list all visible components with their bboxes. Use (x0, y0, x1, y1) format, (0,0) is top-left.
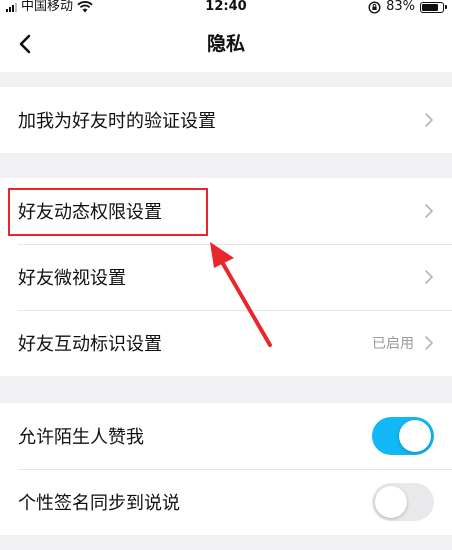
friend-weishi-settings-item[interactable]: 好友微视设置 (0, 244, 452, 310)
battery-percent: 83% (386, 0, 415, 14)
top-bar: 中国移动 12:40 83% 隐私 (0, 0, 452, 72)
verification-settings-label: 加我为好友时的验证设置 (18, 111, 216, 132)
battery-icon (420, 1, 447, 13)
status-right: 83% (368, 0, 447, 14)
chevron-right-icon (425, 270, 433, 284)
friend-interaction-badge-status: 已启用 (372, 336, 414, 352)
stranger-likes-toggle[interactable] (372, 417, 434, 455)
verification-settings-item[interactable]: 加我为好友时的验证设置 (0, 87, 452, 153)
friend-feed-permission-label: 好友动态权限设置 (18, 202, 162, 223)
page-title: 隐私 (206, 33, 245, 55)
friend-interaction-badge-item[interactable]: 好友互动标识设置 已启用 (0, 310, 452, 376)
friends-group: 好友动态权限设置 好友微视设置 好友互动标识设置 已启用 (0, 178, 452, 376)
friend-weishi-settings-label: 好友微视设置 (18, 268, 126, 289)
stranger-likes-label: 允许陌生人赞我 (18, 427, 144, 448)
friend-feed-permission-item[interactable]: 好友动态权限设置 (0, 178, 452, 244)
toggle-knob (399, 420, 431, 452)
status-bar: 中国移动 12:40 83% (0, 0, 452, 16)
chevron-right-icon (425, 204, 433, 218)
chevron-right-icon (425, 113, 433, 127)
orientation-lock-icon (368, 0, 381, 14)
chevron-right-icon (425, 336, 433, 350)
stranger-likes-item: 允许陌生人赞我 (0, 403, 452, 469)
privacy-settings-page: 中国移动 12:40 83% 隐私 加我为好友时的验证设置 好友动态权限设置 好… (0, 0, 452, 550)
toggle-knob (375, 486, 407, 518)
verification-group: 加我为好友时的验证设置 (0, 87, 452, 153)
friend-interaction-badge-label: 好友互动标识设置 (18, 334, 162, 355)
signature-sync-toggle[interactable] (372, 483, 434, 521)
battery-fill (422, 3, 439, 11)
back-button[interactable] (12, 30, 40, 58)
signature-sync-label: 个性签名同步到说说 (18, 493, 180, 514)
navigation-bar: 隐私 (0, 16, 452, 72)
toggles-group: 允许陌生人赞我 个性签名同步到说说 (0, 403, 452, 535)
signature-sync-item: 个性签名同步到说说 (0, 469, 452, 535)
